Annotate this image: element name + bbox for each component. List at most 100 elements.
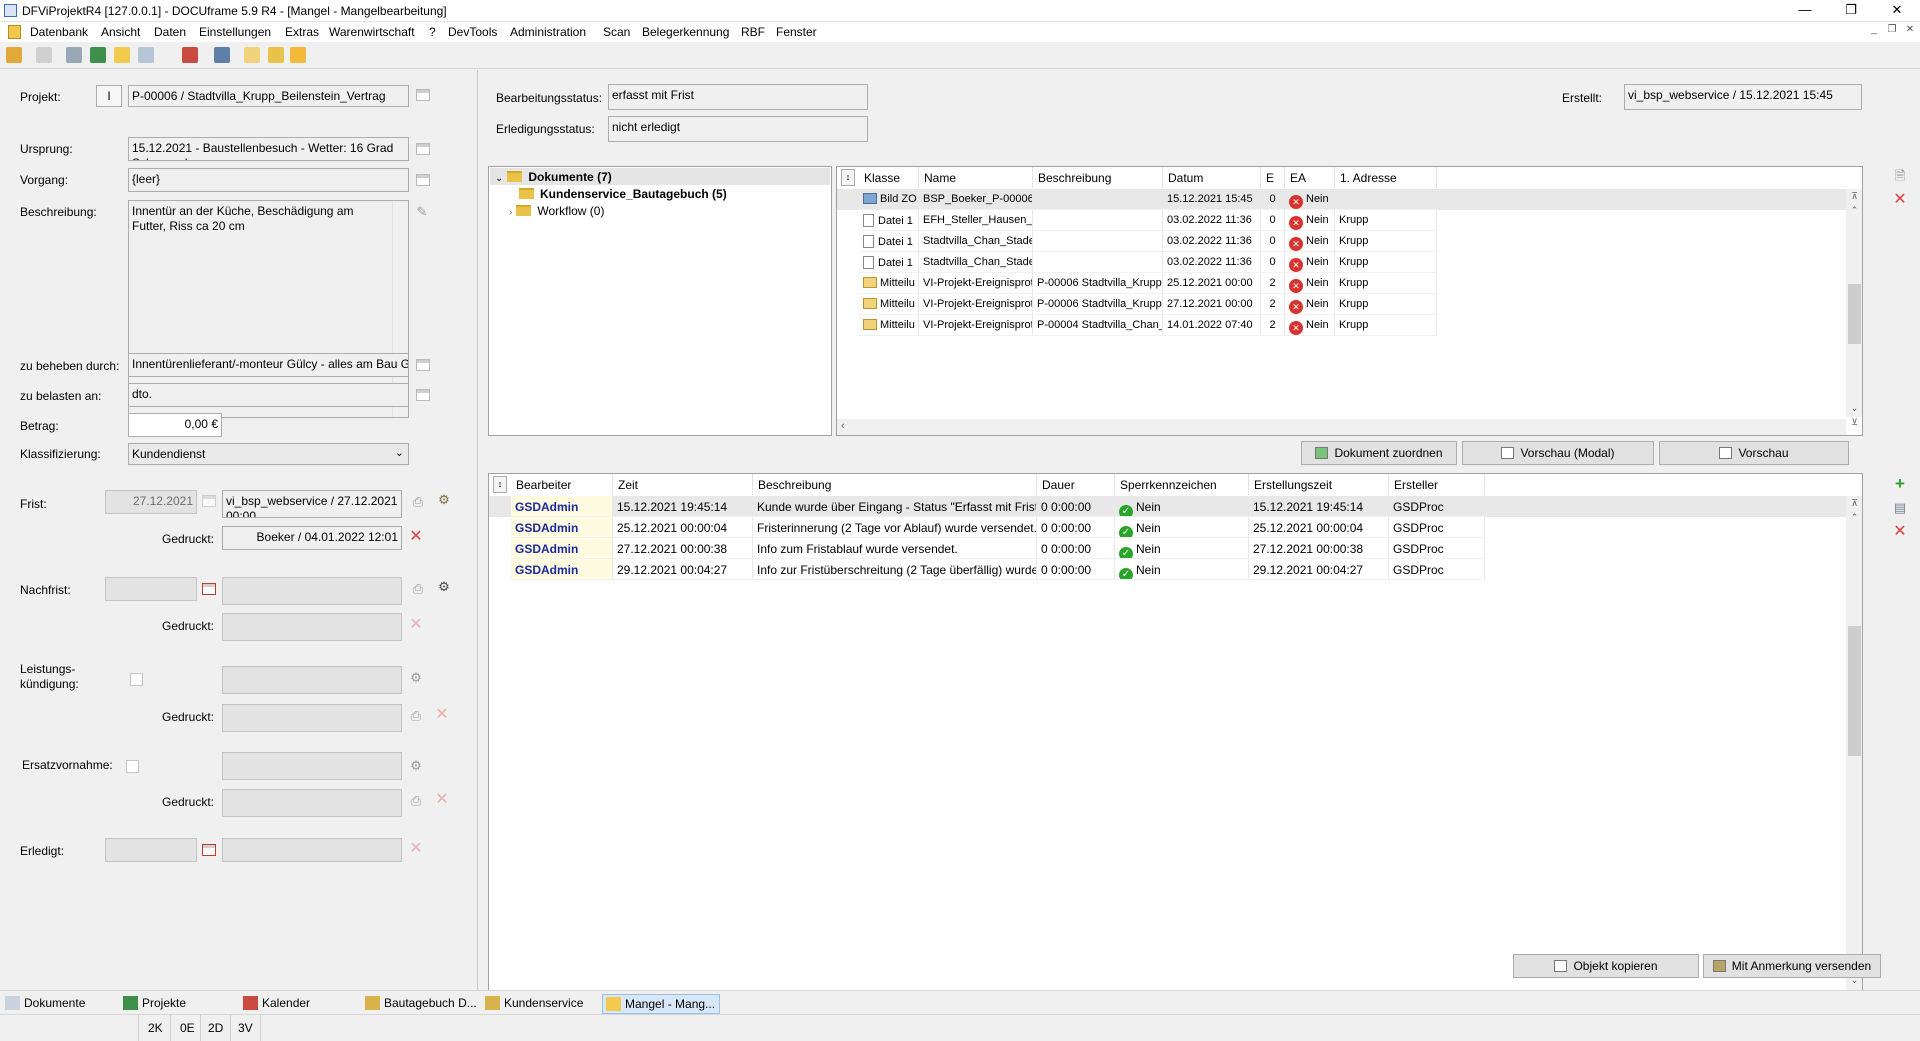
nachfrist-date-field[interactable] (105, 577, 197, 601)
log-header-sperr[interactable]: Sperrkennzeichen (1115, 474, 1249, 495)
ersatz-checkbox[interactable] (126, 760, 139, 773)
objekt-kopieren-button[interactable]: Objekt kopieren (1513, 954, 1699, 978)
taskbar-kalender[interactable]: Kalender (240, 994, 314, 1014)
scroll-left-icon[interactable]: ‹ (841, 420, 845, 432)
vorschau-modal-button[interactable]: Vorschau (Modal) (1462, 441, 1654, 465)
erledigt-delete-icon[interactable]: ✕ (408, 841, 424, 857)
tree-root[interactable]: ⌄ Dokumente (7) (495, 170, 612, 184)
projekt-type-button[interactable]: I (96, 85, 122, 107)
remove-entry-icon[interactable]: ✕ (1892, 524, 1908, 540)
mdi-restore-icon[interactable]: ❐ (1884, 24, 1900, 40)
menu-daten[interactable]: Daten (154, 25, 186, 39)
log-vscrollbar[interactable]: ⊼ ⌃ ⌄ ⊻ (1846, 496, 1862, 1001)
toolbar-export-icon[interactable] (290, 47, 306, 63)
leistung-user-field[interactable] (222, 666, 402, 694)
frist-gedruckt-field[interactable]: Boeker / 04.01.2022 12:01 (222, 526, 402, 550)
toolbar-new-icon[interactable] (244, 47, 260, 63)
taskbar-kundenservice[interactable]: Kundenservice (482, 994, 587, 1014)
documents-hscrollbar[interactable]: ‹ (837, 419, 1846, 435)
erledigt-user-field[interactable] (222, 838, 402, 862)
minimize-icon[interactable]: — (1782, 0, 1828, 22)
leistung-gedruckt-field[interactable] (222, 704, 402, 732)
scroll-bottom-icon[interactable]: ⊻ (1846, 415, 1862, 429)
frist-tools-icon[interactable]: ⚙ (436, 492, 452, 508)
frist-date-field[interactable]: 27.12.2021 (105, 490, 197, 514)
nachfrist-delete-icon[interactable]: ✕ (408, 617, 424, 633)
doc-header-klasse[interactable]: Klasse (859, 167, 919, 188)
log-column-chooser-icon[interactable]: ↕ (493, 476, 507, 493)
ursprung-field[interactable]: 15.12.2021 - Baustellenbesuch - Wetter: … (128, 137, 409, 161)
nachfrist-print-icon[interactable]: ⎙ (410, 581, 426, 597)
toolbar-calendar-icon[interactable] (182, 47, 198, 63)
edit-pencil-icon[interactable]: ✎ (414, 204, 430, 220)
entry-details-icon[interactable]: ▤ (1892, 500, 1908, 516)
leistung-checkbox[interactable] (130, 673, 143, 686)
toolbar-attach-icon[interactable] (138, 47, 154, 63)
betrag-field[interactable]: 0,00 € (128, 413, 222, 437)
doc-header-datum[interactable]: Datum (1163, 167, 1261, 188)
dokument-zuordnen-button[interactable]: Dokument zuordnen (1301, 441, 1457, 465)
remove-document-icon[interactable]: ✕ (1892, 192, 1908, 208)
restore-icon[interactable]: ❐ (1828, 0, 1874, 22)
ersatz-print-icon[interactable]: ⎙ (408, 793, 424, 809)
taskbar-bautagebuch[interactable]: Bautagebuch D... (362, 994, 481, 1014)
doc-header-ea[interactable]: EA (1285, 167, 1335, 188)
projekt-calendar-icon[interactable] (416, 89, 430, 101)
close-icon[interactable]: ✕ (1874, 0, 1920, 22)
vorschau-button[interactable]: Vorschau (1659, 441, 1849, 465)
beheben-field[interactable]: Innentürenlieferant/-monteur Gülcy - all… (128, 353, 409, 377)
klassifizierung-select[interactable]: Kundendienst ⌄ (128, 443, 409, 465)
menu-rbf[interactable]: RBF (741, 25, 765, 39)
tree-expand-icon[interactable]: ⌄ (495, 173, 503, 184)
vorgang-calendar-icon[interactable] (416, 174, 430, 186)
nachfrist-calendar-icon[interactable] (202, 583, 216, 595)
leistung-print-icon[interactable]: ⎙ (408, 708, 424, 724)
mit-anmerkung-versenden-button[interactable]: Mit Anmerkung versenden (1703, 954, 1881, 978)
taskbar-mangel[interactable]: Mangel - Mang... (602, 994, 721, 1014)
log-header-dauer[interactable]: Dauer (1037, 474, 1115, 495)
scroll-down-icon[interactable]: ⌄ (1846, 401, 1862, 415)
ersatz-delete-icon[interactable]: ✕ (434, 792, 450, 808)
frist-calendar-icon[interactable] (202, 495, 216, 507)
menu-scan[interactable]: Scan (603, 25, 630, 39)
menu-belegerkennung[interactable]: Belegerkennung (642, 25, 729, 39)
chevron-down-icon[interactable]: ⌄ (395, 446, 404, 461)
toolbar-mail-icon[interactable] (268, 47, 284, 63)
menu-datenbank[interactable]: Datenbank (30, 25, 88, 39)
log-scroll-up-icon[interactable]: ⌃ (1846, 510, 1862, 524)
tree-item-workflow[interactable]: › Workflow (0) (509, 204, 604, 218)
taskbar-projekte[interactable]: Projekte (120, 994, 190, 1014)
log-scroll-thumb[interactable] (1848, 626, 1861, 756)
toolbar-open-icon[interactable] (6, 47, 22, 63)
toolbar-card-icon[interactable] (66, 47, 82, 63)
documents-vscrollbar[interactable]: ⊼ ⌃ ⌄ ⊻ (1846, 189, 1862, 427)
log-header-erstellung[interactable]: Erstellungszeit (1249, 474, 1389, 495)
scroll-up-icon[interactable]: ⌃ (1846, 203, 1862, 217)
menu-fenster[interactable]: Fenster (776, 25, 817, 39)
log-header-bearbeiter[interactable]: Bearbeiter (511, 474, 613, 495)
erledigt-date-field[interactable] (105, 838, 197, 862)
log-header-beschreibung[interactable]: Beschreibung (753, 474, 1037, 495)
nachfrist-gedruckt-field[interactable] (222, 613, 402, 641)
leistung-tools-icon[interactable]: ⚙ (408, 670, 424, 686)
mdi-minimize-icon[interactable]: _ (1866, 24, 1882, 40)
beheben-calendar-icon[interactable] (416, 359, 430, 371)
menu-warenwirtschaft[interactable]: Warenwirtschaft (329, 25, 415, 39)
belasten-field[interactable]: dto. (128, 383, 409, 407)
menu-administration[interactable]: Administration (510, 25, 586, 39)
doc-header-e[interactable]: E (1261, 167, 1285, 188)
menu-devtools[interactable]: DevTools (448, 25, 497, 39)
projekt-field[interactable]: P-00006 / Stadtvilla_Krupp_Beilenstein_V… (128, 85, 409, 107)
frist-user-field[interactable]: vi_bsp_webservice / 27.12.2021 00:00 (222, 490, 402, 518)
leistung-delete-icon[interactable]: ✕ (434, 707, 450, 723)
doc-header-adresse[interactable]: 1. Adresse (1335, 167, 1437, 188)
ursprung-calendar-icon[interactable] (416, 143, 430, 155)
toolbar-print-icon[interactable] (36, 47, 52, 63)
documents-scroll-thumb[interactable] (1848, 284, 1861, 344)
ersatz-tools-icon[interactable]: ⚙ (408, 758, 424, 774)
tree-item-kundenservice[interactable]: Kundenservice_Bautagebuch (5) (519, 187, 727, 201)
menu-einstellungen[interactable]: Einstellungen (199, 25, 271, 39)
erledigt-calendar-icon[interactable] (202, 844, 216, 856)
menu-help[interactable]: ? (429, 25, 436, 39)
log-header-ersteller[interactable]: Ersteller (1389, 474, 1485, 495)
